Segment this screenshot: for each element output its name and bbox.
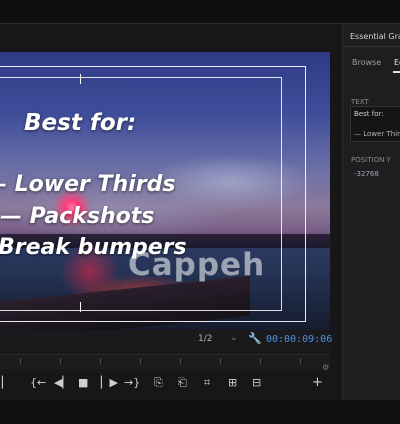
graphic-line-2[interactable]: — Packshots: [0, 204, 154, 229]
step-back-icon[interactable]: ◀▏: [54, 376, 71, 390]
position-value[interactable]: -32768: [354, 170, 379, 178]
text-section-label: TEXT: [351, 98, 369, 106]
comparison-view-icon[interactable]: ⊞: [228, 376, 237, 390]
chevron-down-icon[interactable]: ⌄: [230, 333, 238, 343]
safe-tick-top: [80, 74, 81, 84]
panel-title: Essential Graphi: [350, 32, 400, 41]
safe-tick-bottom: [80, 302, 81, 312]
time-ruler[interactable]: [0, 354, 330, 369]
zoom-select[interactable]: 1/2: [198, 334, 212, 344]
position-label: POSITION Y: [351, 156, 391, 164]
lift-icon[interactable]: ⎘: [154, 376, 163, 390]
tab-browse[interactable]: Browse: [352, 58, 381, 67]
extract-icon[interactable]: ⎗: [178, 376, 187, 390]
layer-item[interactable]: Best for:: [354, 110, 384, 118]
graphic-line-1[interactable]: – Lower Thirds: [0, 172, 175, 197]
mark-in-icon[interactable]: ▏: [2, 376, 10, 390]
active-tab-indicator: [393, 71, 400, 73]
graphic-title[interactable]: Best for:: [24, 110, 136, 136]
transport-controls: [0, 370, 330, 396]
wrench-icon[interactable]: 🔧: [248, 332, 262, 345]
go-to-out-icon[interactable]: →}: [124, 376, 140, 390]
step-forward-icon[interactable]: ▏▶: [101, 376, 118, 390]
multicam-icon[interactable]: ⊟: [252, 376, 261, 390]
tab-edit[interactable]: Ed: [394, 58, 400, 67]
essential-graphics-panel: [342, 24, 400, 400]
divider: [342, 46, 400, 47]
playhead-timecode[interactable]: 00:00:09:06: [266, 334, 332, 345]
export-frame-icon[interactable]: ⌗: [204, 376, 210, 390]
bottom-bar: [0, 400, 400, 424]
watermark: Cappeh: [128, 247, 266, 283]
go-to-in-icon[interactable]: {←: [30, 376, 46, 390]
program-monitor[interactable]: Best for: – Lower Thirds — Packshots Bre…: [0, 52, 330, 330]
top-bar: [0, 0, 400, 24]
stop-icon[interactable]: ■: [78, 376, 88, 390]
layer-item[interactable]: — Lower Thir: [354, 130, 400, 138]
add-button-icon[interactable]: +: [312, 376, 323, 390]
